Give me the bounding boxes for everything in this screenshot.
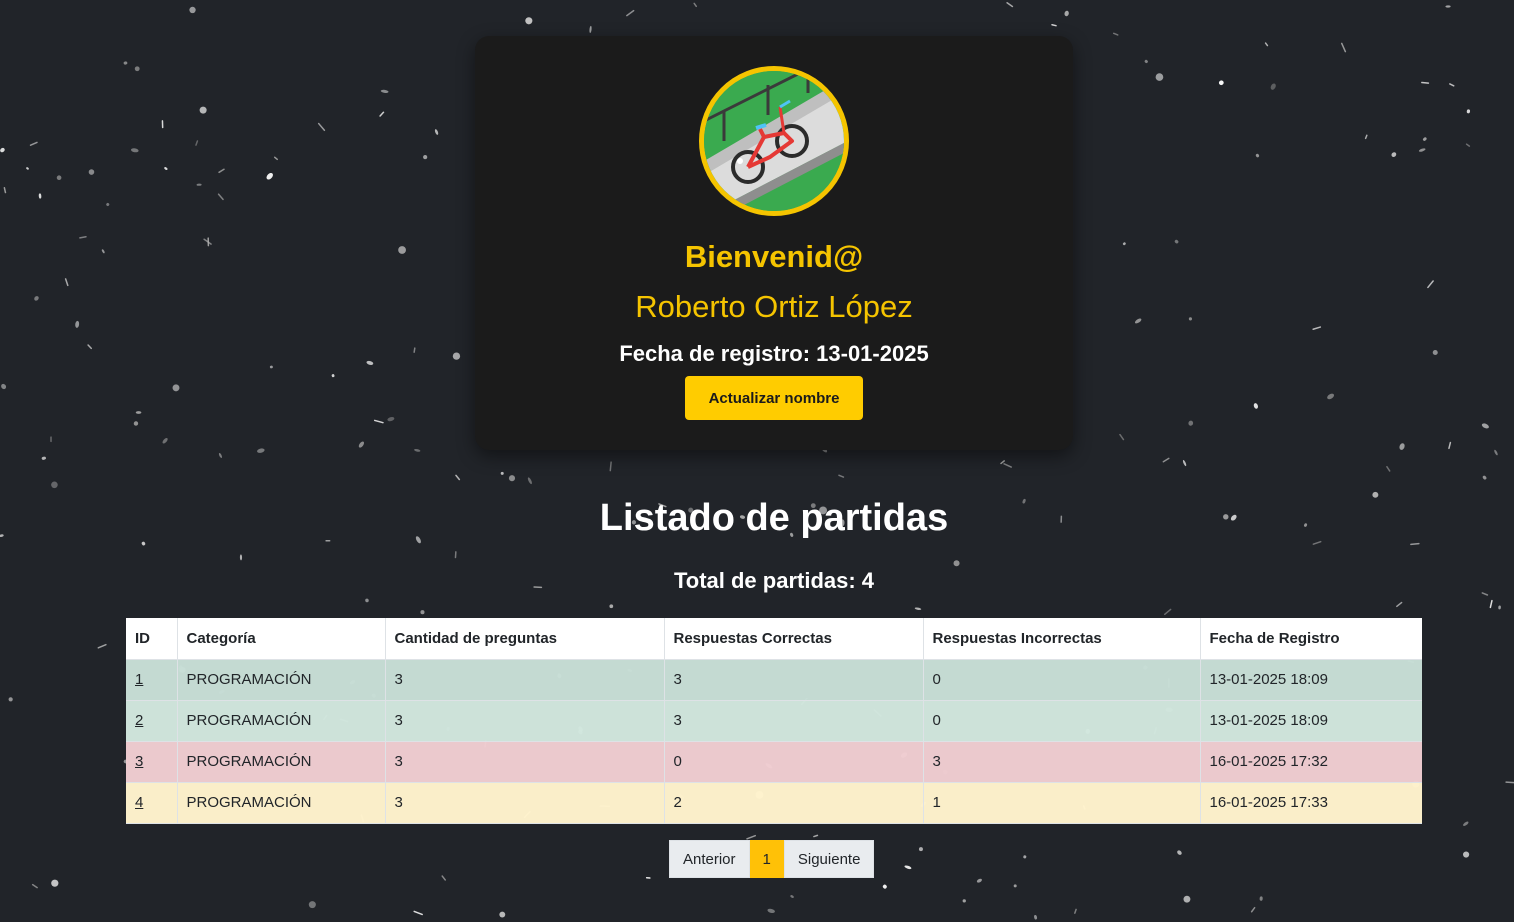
games-table: ID Categoría Cantidad de preguntas Respu…	[126, 618, 1422, 824]
cell-questions: 3	[385, 741, 665, 783]
table-row: 1 PROGRAMACIÓN 3 3 0 13-01-2025 18:09	[126, 659, 1422, 701]
profile-avatar	[699, 66, 849, 216]
cell-date: 13-01-2025 18:09	[1200, 700, 1422, 742]
cell-category: PROGRAMACIÓN	[177, 659, 386, 701]
user-name: Roberto Ortiz López	[635, 289, 913, 324]
registration-date: Fecha de registro: 13-01-2025	[619, 341, 929, 366]
profile-card: Bienvenid@ Roberto Ortiz López Fecha de …	[475, 36, 1073, 450]
column-header-id: ID	[126, 618, 178, 660]
cell-category: PROGRAMACIÓN	[177, 782, 386, 824]
table-row: 4 PROGRAMACIÓN 3 2 1 16-01-2025 17:33	[126, 782, 1422, 824]
game-id-link[interactable]: 2	[135, 712, 143, 729]
cell-category: PROGRAMACIÓN	[177, 741, 386, 783]
cell-category: PROGRAMACIÓN	[177, 700, 386, 742]
welcome-heading: Bienvenid@	[684, 239, 864, 274]
cell-questions: 3	[385, 782, 665, 824]
cell-incorrect: 3	[923, 741, 1201, 783]
cell-correct: 0	[664, 741, 924, 783]
cell-correct: 2	[664, 782, 924, 824]
cell-id: 3	[126, 741, 178, 783]
bicycle-icon	[704, 71, 844, 211]
cell-date: 16-01-2025 17:33	[1200, 782, 1422, 824]
table-row: 3 PROGRAMACIÓN 3 0 3 16-01-2025 17:32	[126, 741, 1422, 783]
cell-id: 1	[126, 659, 178, 701]
column-header-category: Categoría	[177, 618, 386, 660]
pagination-page-1[interactable]: 1	[749, 840, 784, 878]
update-name-button[interactable]: Actualizar nombre	[685, 376, 863, 420]
cell-date: 16-01-2025 17:32	[1200, 741, 1422, 783]
cell-date: 13-01-2025 18:09	[1200, 659, 1422, 701]
cell-incorrect: 0	[923, 700, 1201, 742]
table-header-row: ID Categoría Cantidad de preguntas Respu…	[126, 618, 1422, 660]
cell-incorrect: 0	[923, 659, 1201, 701]
column-header-date: Fecha de Registro	[1200, 618, 1422, 660]
column-header-incorrect: Respuestas Incorrectas	[923, 618, 1201, 660]
cell-questions: 3	[385, 700, 665, 742]
games-total: Total de partidas: 4	[673, 568, 875, 593]
pagination-next-button[interactable]: Siguiente	[783, 840, 875, 878]
game-id-link[interactable]: 1	[135, 671, 143, 688]
game-id-link[interactable]: 3	[135, 753, 143, 770]
cell-correct: 3	[664, 659, 924, 701]
games-list-title: Listado de partidas	[599, 497, 949, 539]
pagination: Anterior 1 Siguiente	[669, 840, 875, 878]
pagination-prev-button[interactable]: Anterior	[669, 840, 750, 878]
column-header-questions: Cantidad de preguntas	[385, 618, 665, 660]
cell-id: 2	[126, 700, 178, 742]
cell-questions: 3	[385, 659, 665, 701]
cell-id: 4	[126, 782, 178, 824]
column-header-correct: Respuestas Correctas	[664, 618, 924, 660]
game-id-link[interactable]: 4	[135, 794, 143, 811]
cell-incorrect: 1	[923, 782, 1201, 824]
cell-correct: 3	[664, 700, 924, 742]
table-row: 2 PROGRAMACIÓN 3 3 0 13-01-2025 18:09	[126, 700, 1422, 742]
